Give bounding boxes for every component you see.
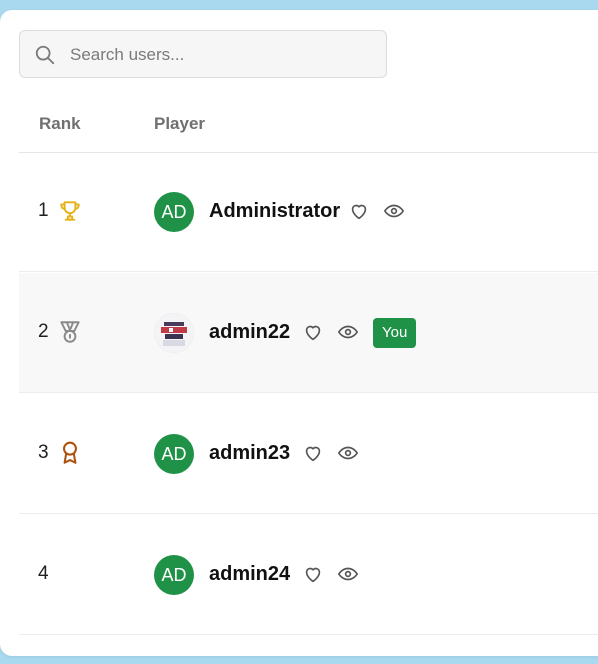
heart-icon[interactable] xyxy=(302,442,324,464)
avatar-photo xyxy=(155,314,193,352)
eye-icon[interactable] xyxy=(337,442,359,464)
table-header: Rank Player xyxy=(19,100,598,153)
award-ribbon-icon xyxy=(63,441,77,464)
rank-number: 1 xyxy=(38,200,49,221)
eye-icon[interactable] xyxy=(337,321,359,343)
rank-number: 4 xyxy=(38,563,49,584)
eye-icon[interactable] xyxy=(383,200,405,222)
player-name[interactable]: admin23 xyxy=(209,442,290,465)
heart-icon[interactable] xyxy=(302,563,324,585)
player-name[interactable]: admin24 xyxy=(209,563,290,586)
eye-icon[interactable] xyxy=(337,563,359,585)
avatar[interactable]: AD xyxy=(154,434,194,474)
heart-icon[interactable] xyxy=(302,321,324,343)
player-name[interactable]: admin22 xyxy=(209,321,290,344)
search-icon xyxy=(35,45,55,65)
avatar[interactable]: AD xyxy=(154,555,194,595)
search-box[interactable] xyxy=(19,30,387,79)
table-row: 2 admin22 You xyxy=(19,273,598,393)
rank-number: 3 xyxy=(38,442,49,463)
rank-column-header: Rank xyxy=(39,114,81,133)
medal-icon xyxy=(60,321,80,343)
rank-number: 2 xyxy=(38,321,49,342)
heart-icon[interactable] xyxy=(348,200,370,222)
avatar[interactable] xyxy=(154,313,194,353)
search-input[interactable] xyxy=(68,31,372,79)
player-column-header: Player xyxy=(154,114,206,133)
table-row: 1 AD Administrator xyxy=(19,152,598,272)
avatar[interactable]: AD xyxy=(154,192,194,232)
trophy-icon xyxy=(60,201,80,221)
player-name[interactable]: Administrator xyxy=(209,200,340,223)
table-row: 3 AD admin23 xyxy=(19,394,598,514)
table-row: 4 AD admin24 xyxy=(19,515,598,635)
leaderboard-panel: Rank Player 1 AD Administrator 2 xyxy=(0,10,598,656)
you-badge: You xyxy=(373,318,417,348)
